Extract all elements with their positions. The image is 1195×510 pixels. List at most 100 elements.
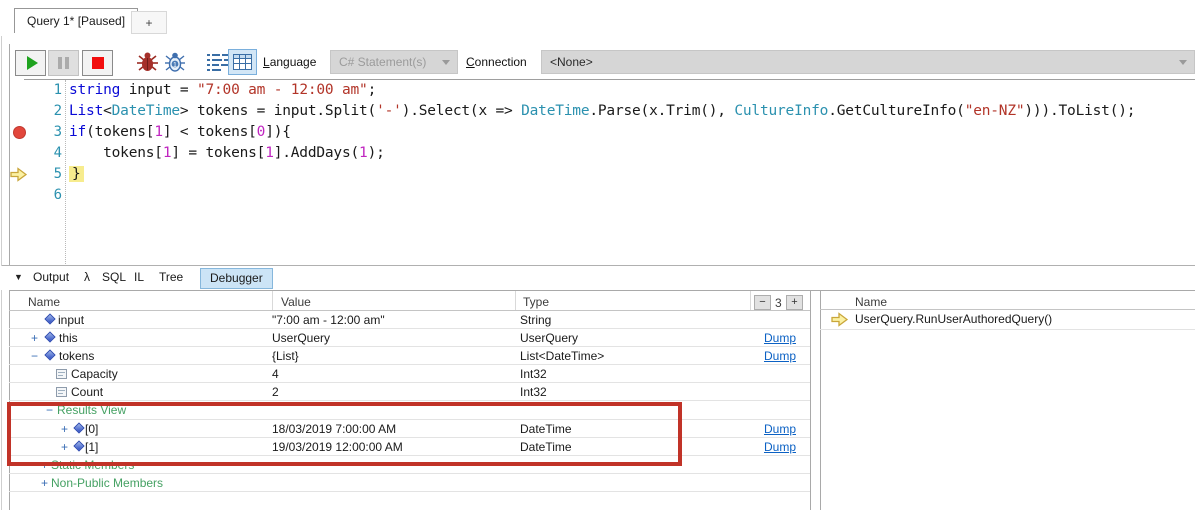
row-name: input: [58, 312, 84, 329]
code-line: string input = "7:00 am - 12:00 am";: [69, 80, 1195, 101]
code-line: tokens[1] = tokens[1].AddDays(1);: [69, 143, 1195, 164]
connection-value: <None>: [550, 55, 593, 69]
column-header-name: Name: [28, 295, 60, 309]
output-tab-output[interactable]: Output: [33, 270, 69, 284]
code-token: 0: [257, 124, 266, 140]
expander-icon[interactable]: +: [41, 457, 48, 474]
code-token: ;: [368, 82, 377, 98]
current-frame-arrow-icon: [831, 312, 848, 327]
column-header-type: Type: [523, 295, 549, 309]
code-token: > tokens = input.Split(: [180, 103, 376, 119]
chevron-down-icon: [1179, 60, 1187, 65]
table-row[interactable]: Capacity4Int32: [9, 365, 810, 383]
new-tab-label: +: [145, 16, 152, 30]
row-name: Static Members: [51, 457, 134, 474]
expander-icon[interactable]: +: [41, 475, 48, 492]
collapse-panel-button[interactable]: ▼: [14, 272, 23, 282]
dump-link[interactable]: Dump: [764, 421, 796, 438]
code-area[interactable]: string input = "7:00 am - 12:00 am"; List…: [69, 80, 1195, 266]
decrease-columns-button[interactable]: −: [754, 295, 771, 310]
row-name: Non-Public Members: [51, 475, 163, 492]
table-row[interactable]: Count2Int32: [9, 383, 810, 401]
increase-columns-button[interactable]: +: [786, 295, 803, 310]
table-row[interactable]: input "7:00 am - 12:00 am" String: [9, 311, 810, 329]
property-icon: [56, 369, 67, 379]
row-value: 4: [272, 366, 279, 383]
dump-link[interactable]: Dump: [764, 348, 796, 365]
code-token: (tokens[: [86, 124, 154, 140]
header-divider: [515, 291, 516, 310]
table-row[interactable]: +Non-Public Members: [9, 474, 810, 492]
code-token: ].AddDays(: [274, 145, 359, 161]
gutter-numbers: 123456: [30, 80, 62, 206]
row-type: Int32: [520, 384, 547, 401]
debug-blue-bug-icon[interactable]: 1: [163, 51, 187, 73]
code-token: "en-NZ": [965, 103, 1025, 119]
code-token: ] < tokens[: [163, 124, 257, 140]
callstack-column-header: Name: [855, 295, 887, 309]
output-tab-tree[interactable]: Tree: [159, 270, 183, 284]
table-row[interactable]: +[0]18/03/2019 7:00:00 AMDateTimeDump: [9, 420, 810, 438]
dump-link[interactable]: Dump: [764, 439, 796, 456]
dump-link[interactable]: Dump: [764, 330, 796, 347]
stop-icon: [92, 57, 104, 69]
row-value: UserQuery: [272, 330, 330, 347]
results-grid-button[interactable]: [228, 49, 257, 75]
new-query-tab-button[interactable]: +: [131, 11, 167, 34]
row-value: {List}: [272, 348, 299, 365]
expander-icon[interactable]: −: [46, 402, 53, 419]
callstack-row[interactable]: UserQuery.RunUserAuthoredQuery(): [820, 310, 1195, 330]
row-name: this: [59, 330, 78, 347]
row-type: String: [520, 312, 551, 329]
locals-table: input "7:00 am - 12:00 am" String + this User…: [9, 311, 810, 492]
results-text-icon[interactable]: [207, 54, 229, 71]
code-token: DateTime: [521, 103, 589, 119]
row-value: 19/03/2019 12:00:00 AM: [272, 439, 403, 456]
output-tab-λ[interactable]: λ: [84, 270, 90, 284]
row-value: 2: [272, 384, 279, 401]
tab-query-1-label: Query 1* [Paused]: [27, 14, 125, 28]
code-token: List: [69, 103, 103, 119]
output-tab-debugger[interactable]: Debugger: [200, 268, 273, 289]
code-token: input =: [120, 82, 197, 98]
row-name: [1]: [85, 439, 98, 456]
breakpoint-icon[interactable]: [13, 126, 26, 139]
table-row[interactable]: +[1]19/03/2019 12:00:00 AMDateTimeDump: [9, 438, 810, 456]
chevron-down-icon: [442, 60, 450, 65]
table-row[interactable]: +Static Members: [9, 456, 810, 474]
output-tab-sql[interactable]: SQL: [102, 270, 126, 284]
gutter-separator: [65, 80, 66, 266]
connection-select[interactable]: <None>: [541, 50, 1195, 74]
code-token: ))).ToList();: [1024, 103, 1135, 119]
line-number: 5: [30, 164, 62, 185]
field-diamond-icon: [44, 313, 55, 324]
pause-icon: [58, 57, 69, 69]
debug-red-bug-icon[interactable]: [135, 51, 160, 73]
table-row[interactable]: −Results View: [9, 401, 810, 419]
code-line: List<DateTime> tokens = input.Split('-')…: [69, 101, 1195, 122]
language-select[interactable]: C# Statement(s): [330, 50, 458, 74]
field-diamond-icon: [73, 440, 84, 451]
row-name: Capacity: [71, 366, 118, 383]
line-number: 2: [30, 101, 62, 122]
pause-button[interactable]: [48, 50, 79, 76]
output-tab-il[interactable]: IL: [134, 270, 144, 284]
code-token: .Parse(x.Trim(),: [589, 103, 734, 119]
row-name: Results View: [57, 402, 126, 419]
expander-icon[interactable]: +: [31, 330, 38, 347]
code-line: }: [69, 164, 1195, 185]
table-row[interactable]: −tokens{List}List<DateTime>Dump: [9, 347, 810, 365]
row-value: "7:00 am - 12:00 am": [272, 312, 385, 329]
run-button[interactable]: [15, 50, 46, 76]
expander-icon[interactable]: +: [61, 421, 68, 438]
expander-icon[interactable]: +: [61, 439, 68, 456]
column-header-value: Value: [281, 295, 311, 309]
tab-query-1[interactable]: Query 1* [Paused]: [14, 8, 138, 33]
code-token: string: [69, 82, 120, 98]
stop-button[interactable]: [82, 50, 113, 76]
code-token: CultureInfo: [734, 103, 828, 119]
row-type: DateTime: [520, 421, 572, 438]
code-token: ] = tokens[: [171, 145, 265, 161]
expander-icon[interactable]: −: [31, 348, 38, 365]
table-row[interactable]: +thisUserQueryUserQueryDump: [9, 329, 810, 347]
